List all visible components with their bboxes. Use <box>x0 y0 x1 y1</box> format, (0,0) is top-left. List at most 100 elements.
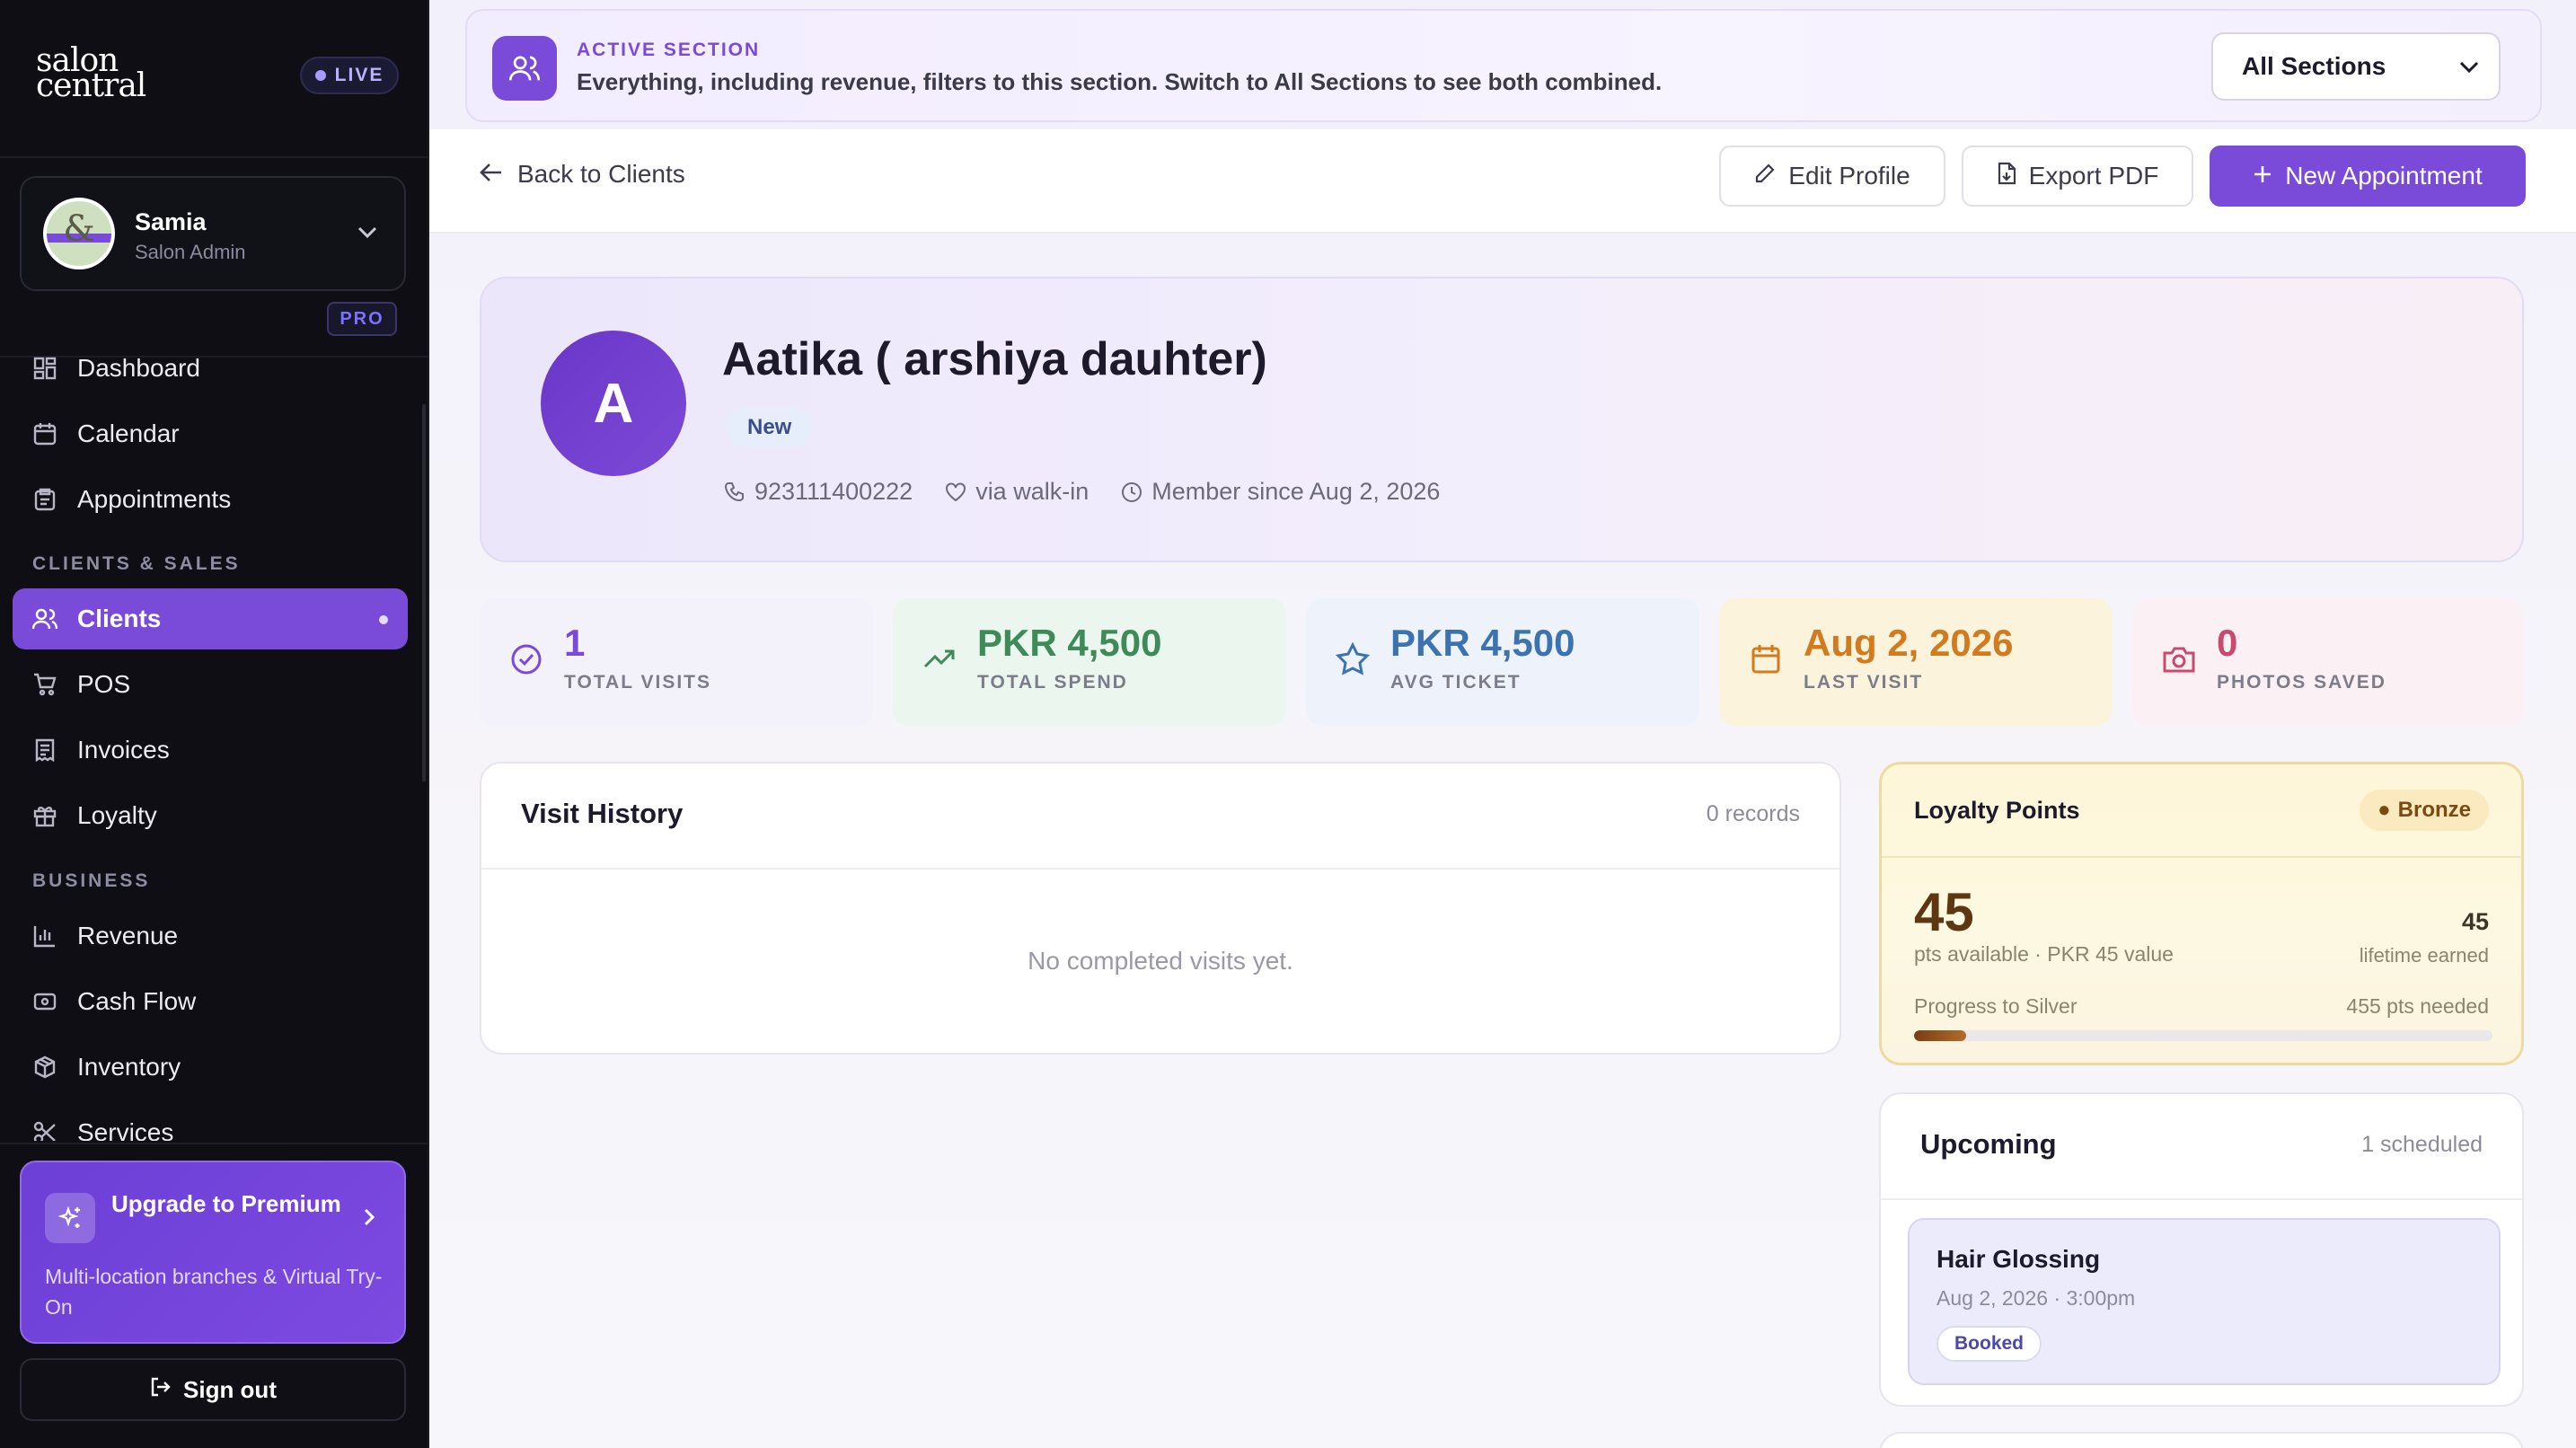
lifetime-earned-value: 45 <box>2461 908 2489 935</box>
pro-badge: PRO <box>327 302 397 336</box>
active-indicator <box>379 615 388 624</box>
client-member-since: Member since Aug 2, 2026 <box>1121 478 1440 506</box>
visit-history-empty: No completed visits yet. <box>1028 947 1293 975</box>
upcoming-appointment[interactable]: Hair Glossing Aug 2, 2026 · 3:00pm Booke… <box>1908 1218 2501 1385</box>
new-appointment-button[interactable]: New Appointment <box>2210 146 2526 207</box>
visit-history-card: Visit History 0 records No completed vis… <box>480 762 1841 1055</box>
logo[interactable]: salon central <box>36 45 146 102</box>
loyalty-title: Loyalty Points <box>1914 797 2080 824</box>
clock-icon <box>1122 481 1142 502</box>
sidebar-scrollbar[interactable] <box>422 404 426 781</box>
divider <box>0 1143 429 1144</box>
stat-last-visit: Aug 2, 2026 LAST VISIT <box>1719 598 2113 726</box>
loyalty-points-card: Loyalty Points ● Bronze 45 pts available … <box>1879 762 2524 1065</box>
upcoming-card: Upcoming 1 scheduled Hair Glossing Aug 2… <box>1879 1092 2524 1407</box>
sidebar-item-label: Appointments <box>77 485 232 513</box>
divider <box>481 868 1839 870</box>
sidebar-item-label: Clients <box>77 605 162 632</box>
sidebar-item-clients[interactable]: Clients <box>13 588 408 649</box>
stat-value: 1 <box>564 622 586 664</box>
main-content: ACTIVE SECTION Everything, including rev… <box>429 0 2576 1448</box>
bar-chart-icon <box>32 923 57 949</box>
star-icon <box>1335 641 1371 675</box>
lifetime-earned-label: lifetime earned <box>2359 944 2489 967</box>
sidebar-item-label: Calendar <box>77 419 180 447</box>
divider <box>0 156 429 158</box>
file-download-icon <box>1997 162 2016 191</box>
sidebar-item-calendar[interactable]: Calendar <box>13 403 408 464</box>
box-icon <box>32 1055 57 1080</box>
sidebar-item-dashboard[interactable]: Dashboard <box>13 338 408 399</box>
export-pdf-button[interactable]: Export PDF <box>1962 146 2193 207</box>
trending-up-icon <box>923 649 955 668</box>
user-menu[interactable]: & Samia Salon Admin <box>20 176 406 291</box>
loyalty-progress-fill <box>1914 1030 1966 1041</box>
client-source: via walk-in <box>945 478 1089 506</box>
loyalty-points-sub: pts available · PKR 45 value <box>1914 942 2174 966</box>
appointment-service: Hair Glossing <box>1936 1245 2101 1273</box>
progress-needed: 455 pts needed <box>2346 994 2489 1018</box>
chevron-down-icon <box>2459 56 2479 79</box>
sign-out-label: Sign out <box>183 1375 277 1403</box>
sidebar-item-label: Revenue <box>77 922 179 949</box>
calendar-icon <box>1751 645 1780 674</box>
sidebar-item-label: Inventory <box>77 1053 181 1081</box>
progress-label: Progress to Silver <box>1914 994 2078 1018</box>
sidebar-item-label: Loyalty <box>77 801 157 829</box>
sidebar-item-revenue[interactable]: Revenue <box>13 905 408 967</box>
client-phone[interactable]: 923111400222 <box>724 478 913 506</box>
sidebar-item-label: Services <box>77 1118 174 1141</box>
new-appointment-label: New Appointment <box>2285 162 2483 190</box>
sidebar-item-invoices[interactable]: Invoices <box>13 720 408 781</box>
section-select[interactable]: All Sections <box>2211 32 2501 101</box>
sign-out-button[interactable]: Sign out <box>20 1358 406 1421</box>
sidebar-item-loyalty[interactable]: Loyalty <box>13 785 408 846</box>
client-avatar: A <box>541 331 686 476</box>
client-status-badge: New <box>726 408 814 447</box>
arrow-left-icon <box>480 160 503 189</box>
gift-icon <box>32 803 57 828</box>
stat-total-spend: PKR 4,500 TOTAL SPEND <box>893 598 1286 726</box>
appointment-datetime: Aug 2, 2026 · 3:00pm <box>1936 1286 2136 1310</box>
avatar: & <box>43 198 115 269</box>
stat-value: Aug 2, 2026 <box>1804 622 2014 664</box>
section-heading-clients-sales: CLIENTS & SALES <box>32 553 241 574</box>
loyalty-points-value: 45 <box>1914 882 1974 942</box>
stat-total-visits: 1 TOTAL VISITS <box>480 598 873 726</box>
upgrade-card[interactable]: Upgrade to Premium Multi-location branch… <box>20 1161 406 1344</box>
sign-out-icon <box>149 1376 171 1404</box>
users-icon <box>32 606 57 631</box>
wallet-icon <box>32 989 57 1014</box>
users-icon <box>492 36 557 101</box>
divider <box>1881 1198 2522 1200</box>
divider <box>1882 856 2521 858</box>
clipboard-icon <box>32 487 57 512</box>
sidebar: salon central LIVE & Samia Salon Admin PR… <box>0 0 429 1448</box>
banner-text: Everything, including revenue, filters t… <box>577 68 1663 95</box>
stat-label: AVG TICKET <box>1390 672 1522 693</box>
check-circle-icon <box>511 644 542 675</box>
next-card <box>1879 1432 2524 1448</box>
sidebar-item-services[interactable]: Services <box>13 1102 408 1141</box>
upcoming-count: 1 scheduled <box>2361 1132 2483 1157</box>
stat-photos-saved: 0 PHOTOS SAVED <box>2132 598 2524 726</box>
live-label: LIVE <box>334 65 384 85</box>
stat-label: LAST VISIT <box>1804 672 1924 693</box>
dashboard-icon <box>32 356 57 381</box>
sidebar-item-inventory[interactable]: Inventory <box>13 1037 408 1098</box>
back-to-clients-link[interactable]: Back to Clients <box>480 160 685 189</box>
export-pdf-label: Export PDF <box>2028 162 2159 190</box>
sidebar-item-cash-flow[interactable]: Cash Flow <box>13 971 408 1032</box>
sidebar-item-appointments[interactable]: Appointments <box>13 469 408 530</box>
sidebar-item-label: Cash Flow <box>77 987 197 1015</box>
section-select-value: All Sections <box>2242 52 2386 80</box>
edit-profile-label: Edit Profile <box>1788 162 1910 190</box>
stat-label: PHOTOS SAVED <box>2217 672 2386 693</box>
sidebar-item-pos[interactable]: POS <box>13 654 408 715</box>
stat-value: PKR 4,500 <box>977 622 1162 664</box>
pencil-icon <box>1754 162 1776 190</box>
sparkle-icon <box>45 1193 95 1243</box>
edit-profile-button[interactable]: Edit Profile <box>1719 146 1945 207</box>
visit-history-title: Visit History <box>521 798 684 829</box>
stat-value: PKR 4,500 <box>1390 622 1575 664</box>
